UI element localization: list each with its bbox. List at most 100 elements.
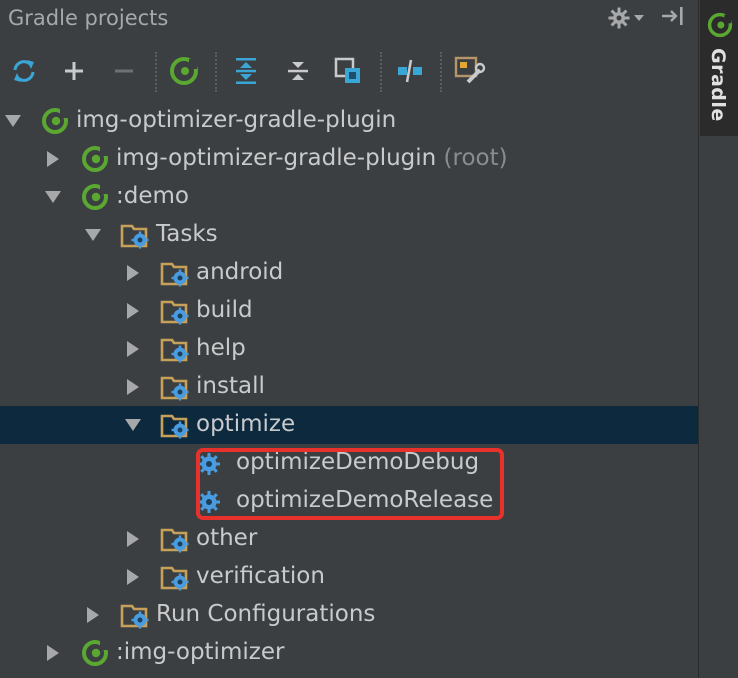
task-folder-icon (160, 410, 190, 440)
tree-row-text: :img-optimizer (116, 639, 285, 665)
tree-row[interactable]: optimize (0, 406, 698, 444)
tree-row[interactable]: android (0, 254, 698, 292)
task-folder-icon (160, 376, 189, 401)
tree-row-label: optimize (196, 411, 295, 437)
tree-row[interactable]: :demo (0, 178, 698, 216)
chevron-right-icon (47, 645, 59, 661)
add-button[interactable] (56, 44, 92, 98)
chevron-right-icon (47, 151, 59, 167)
collapsed-arrow-icon[interactable] (124, 264, 142, 282)
tree-row-text: img-optimizer-gradle-plugin (76, 107, 397, 133)
refresh-button[interactable] (6, 44, 42, 98)
tree-row-text: Run Configurations (156, 601, 376, 627)
tree-row[interactable]: img-optimizer-gradle-plugin (0, 102, 698, 140)
collapsed-arrow-icon[interactable] (124, 378, 142, 396)
expanded-arrow-icon[interactable] (4, 112, 22, 130)
execute-task-button[interactable] (166, 44, 202, 98)
chevron-right-icon (87, 607, 99, 623)
collapse-all-icon (288, 62, 308, 80)
expand-all-button[interactable] (228, 44, 264, 98)
tree-row[interactable]: help (0, 330, 698, 368)
tree-row-label: other (196, 525, 257, 551)
collapsed-arrow-icon[interactable] (124, 530, 142, 548)
task-folder-icon (160, 334, 190, 364)
gradle-icon (707, 12, 733, 38)
task-folder-icon (160, 372, 190, 402)
tree-row[interactable]: :img-optimizer (0, 634, 698, 672)
tree-row[interactable]: Run Configurations (0, 596, 698, 634)
tree-row-label: img-optimizer-gradle-plugin (root) (116, 145, 508, 171)
settings-button[interactable] (452, 44, 488, 98)
tree-row[interactable]: other (0, 520, 698, 558)
gradle-icon (82, 640, 108, 666)
gradle-tool-tab[interactable]: Gradle (700, 0, 738, 136)
collapse-all-button[interactable] (280, 44, 316, 98)
collapsed-arrow-icon[interactable] (124, 568, 142, 586)
gradle-icon (80, 638, 110, 668)
tree-row-text: :demo (116, 183, 189, 209)
tree-row[interactable]: Tasks (0, 216, 698, 254)
chevron-right-icon (127, 569, 139, 585)
tree-row-text: optimize (196, 411, 296, 437)
tree-row-text: other (196, 525, 258, 551)
tree-row-label: android (196, 259, 283, 285)
tree-row-label: :demo (116, 183, 189, 209)
chevron-right-icon (127, 531, 139, 547)
gradle-icon (80, 144, 110, 174)
gradle-icon (82, 146, 108, 172)
collapsed-arrow-icon[interactable] (44, 644, 62, 662)
panel-title: Gradle projects (8, 6, 169, 30)
expanded-arrow-icon[interactable] (124, 416, 142, 434)
tree-row-text: Tasks (156, 221, 218, 247)
tree-row[interactable]: build (0, 292, 698, 330)
chevron-right-icon (127, 303, 139, 319)
task-folder-icon (160, 300, 189, 325)
chevron-down-icon (125, 419, 141, 431)
chevron-right-icon (127, 379, 139, 395)
tree-row-text: android (196, 259, 284, 285)
gradle-tab-label: Gradle (707, 48, 729, 122)
tree-row-label: img-optimizer-gradle-plugin (76, 107, 396, 133)
gradle-icon (82, 184, 108, 210)
chevron-down-icon (5, 115, 21, 127)
tree-row[interactable]: img-optimizer-gradle-plugin (root) (0, 140, 698, 178)
minus-icon (115, 69, 133, 73)
attach-project-button[interactable] (330, 44, 366, 98)
expand-all-icon (236, 58, 256, 84)
task-folder-icon (160, 262, 189, 287)
gradle-icon (42, 108, 68, 134)
collapsed-arrow-icon[interactable] (84, 606, 102, 624)
gear-icon[interactable] (607, 6, 644, 30)
task-folder-icon (160, 562, 190, 592)
gradle-icon (80, 182, 110, 212)
task-folder-icon (120, 224, 149, 249)
hide-panel-icon[interactable] (660, 5, 686, 31)
tree-row-text: img-optimizer-gradle-plugin (116, 145, 437, 171)
collapsed-arrow-icon[interactable] (44, 150, 62, 168)
panel-titlebar: Gradle projects (0, 0, 698, 38)
tree-row-label: help (196, 335, 246, 361)
tree-row[interactable]: install (0, 368, 698, 406)
task-folder-icon (160, 524, 190, 554)
task-folder-icon (160, 338, 189, 363)
right-tool-strip: Gradle (698, 0, 738, 678)
task-folder-icon (120, 604, 149, 629)
tree-row-label: :img-optimizer (116, 639, 284, 665)
expanded-arrow-icon[interactable] (44, 188, 62, 206)
toggle-offline-button[interactable] (392, 44, 428, 98)
collapsed-arrow-icon[interactable] (124, 302, 142, 320)
expanded-arrow-icon[interactable] (84, 226, 102, 244)
gradle-icon (40, 106, 70, 136)
task-folder-icon (160, 258, 190, 288)
highlight-annotation (196, 448, 504, 520)
tree-row-label: Tasks (156, 221, 218, 247)
tree-row-text: build (196, 297, 253, 323)
task-folder-icon (160, 414, 189, 439)
remove-button[interactable] (106, 44, 142, 98)
tree-row-suffix: (root) (436, 145, 508, 171)
collapsed-arrow-icon[interactable] (124, 340, 142, 358)
tree-row[interactable]: verification (0, 558, 698, 596)
task-folder-icon (160, 528, 189, 553)
plus-icon (65, 62, 83, 80)
task-folder-icon (120, 600, 150, 630)
